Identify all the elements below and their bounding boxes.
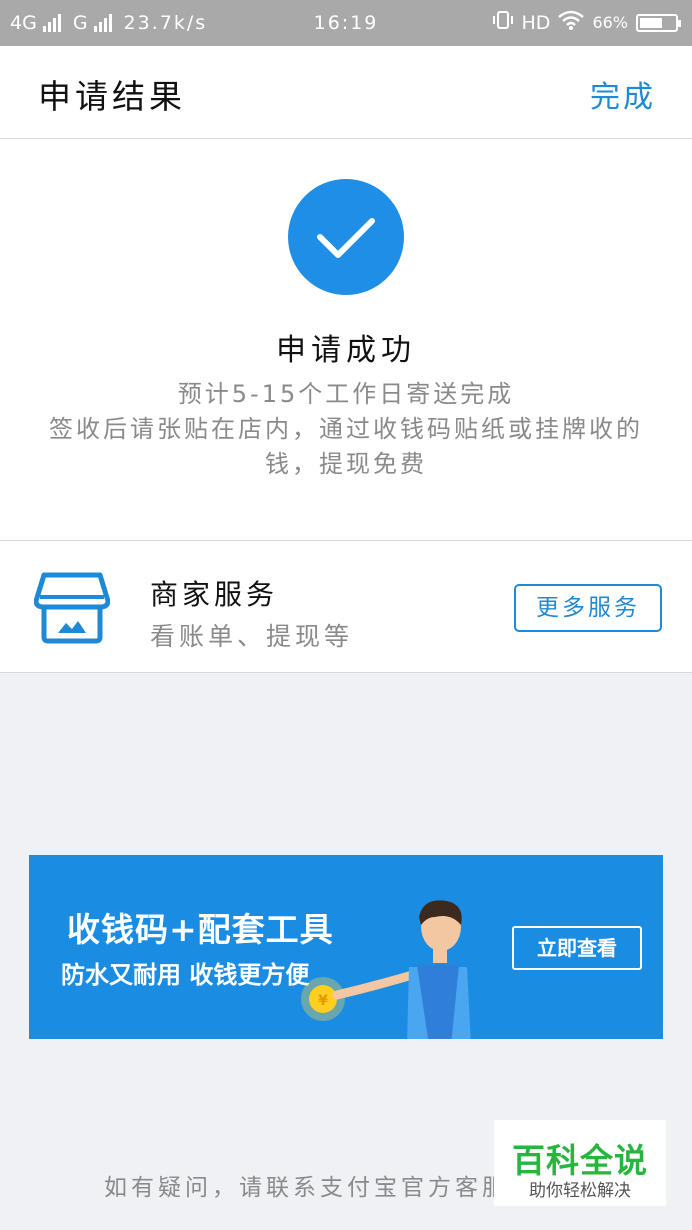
service-subtitle: 看账单、提现等	[150, 622, 354, 651]
success-check-icon	[288, 179, 404, 295]
result-line-1: 预计5-15个工作日寄送完成	[177, 380, 515, 408]
shop-icon	[33, 571, 111, 649]
result-description: 预计5-15个工作日寄送完成 签收后请张贴在店内，通过收钱码贴纸或挂牌收的钱，提…	[44, 377, 648, 482]
status-right: HD 66%	[492, 10, 681, 35]
battery-fill	[640, 17, 662, 28]
merchant-service-row[interactable]: 商家服务 看账单、提现等 更多服务	[0, 541, 692, 673]
view-now-button[interactable]: 立即查看	[512, 926, 642, 970]
battery-percent: 66%	[592, 13, 628, 32]
result-line-2: 签收后请张贴在店内，通过收钱码贴纸或挂牌收的钱，提现免费	[49, 415, 643, 478]
promo-banner[interactable]: 收钱码+配套工具 防水又耐用 收钱更方便 ¥ 立即查看	[29, 855, 663, 1039]
service-name: 商家服务	[150, 578, 279, 611]
watermark-logo: 百科全说 助你轻松解决	[494, 1120, 666, 1206]
watermark-sub-text: 助你轻松解决	[529, 1181, 631, 1201]
banner-subtitle: 防水又耐用 收钱更方便	[61, 961, 310, 989]
hd-label: HD	[521, 11, 551, 34]
wifi-icon	[558, 10, 585, 35]
result-title: 申请成功	[276, 333, 416, 368]
shopkeeper-illustration: ¥	[289, 895, 499, 1039]
battery-icon	[636, 13, 681, 32]
watermark-main-text: 百科全说	[512, 1141, 648, 1180]
result-section: 申请成功 预计5-15个工作日寄送完成 签收后请张贴在店内，通过收钱码贴纸或挂牌…	[0, 139, 692, 541]
status-bar: 4G G 23.7k/s 16:19 HD 66%	[0, 0, 692, 46]
more-services-button[interactable]: 更多服务	[514, 584, 662, 632]
vibrate-icon	[492, 10, 514, 35]
footer-contact: 如有疑问，请联系支付宝官方客服	[104, 1175, 509, 1201]
page-title: 申请结果	[38, 77, 186, 116]
done-button[interactable]: 完成	[590, 72, 656, 116]
nav-bar: 申请结果 完成	[0, 46, 692, 139]
coin-symbol: ¥	[318, 993, 328, 1009]
